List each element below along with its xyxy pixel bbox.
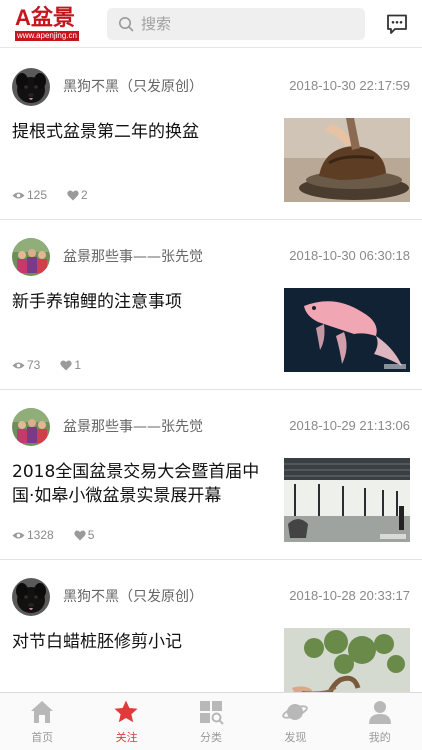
tab-profile[interactable]: 我的: [338, 693, 422, 750]
eye-icon: [12, 532, 25, 538]
feed-item[interactable]: 盆景那些事——张先觉 2018-10-29 21:13:06 2018全国盆景交…: [0, 390, 422, 560]
feed-item[interactable]: 黑狗不黑（只发原创） 2018-10-30 22:17:59 提根式盆景第二年的…: [0, 50, 422, 220]
post-thumbnail[interactable]: [284, 288, 410, 372]
category-icon: [199, 701, 224, 725]
view-count-value: 125: [27, 188, 48, 202]
like-count[interactable]: 1: [60, 358, 81, 372]
post-title[interactable]: 对节白蜡桩胚修剪小记: [12, 630, 267, 654]
feed-item[interactable]: 盆景那些事——张先觉 2018-10-30 06:30:18 新手养锦鲤的注意事…: [0, 220, 422, 390]
tab-category[interactable]: 分类: [169, 693, 253, 750]
feed-item[interactable]: 黑狗不黑（只发原创） 2018-10-28 20:33:17 对节白蜡桩胚修剪小…: [0, 560, 422, 692]
bottom-tab-bar: 首页 关注 分类 发现 我的: [0, 692, 422, 750]
heart-icon: [74, 529, 86, 540]
home-icon: [31, 701, 53, 723]
tab-home[interactable]: 首页: [0, 693, 84, 750]
view-count: 73: [12, 358, 40, 372]
view-count-value: 1328: [27, 528, 54, 542]
like-count-value: 1: [74, 358, 82, 372]
post-thumbnail[interactable]: [284, 458, 410, 542]
view-count: 125: [12, 188, 47, 202]
search-placeholder: 搜索: [141, 15, 172, 33]
post-time: 2018-10-30 06:30:18: [289, 248, 410, 263]
tab-label: 我的: [368, 731, 391, 744]
post-stats: 73 1: [12, 358, 101, 372]
tab-label: 分类: [199, 731, 222, 744]
avatar[interactable]: [12, 238, 50, 276]
like-count[interactable]: 2: [67, 188, 88, 202]
post-title[interactable]: 2018全国盆景交易大会暨首届中国·如皋小微盆景实景展开幕: [12, 460, 267, 508]
logo-url: www.apenjing.cn: [15, 31, 79, 41]
tab-label: 关注: [115, 731, 138, 744]
logo-letter: A: [15, 5, 31, 30]
eye-icon: [12, 192, 25, 198]
post-thumbnail[interactable]: [284, 118, 410, 202]
post-thumbnail[interactable]: [284, 628, 410, 692]
tab-follow[interactable]: 关注: [84, 693, 168, 750]
heart-icon: [60, 359, 73, 370]
post-title[interactable]: 提根式盆景第二年的换盆: [12, 120, 267, 144]
view-count: 1328: [12, 528, 54, 542]
planet-icon: [282, 704, 308, 720]
message-icon[interactable]: [385, 12, 409, 36]
view-count-value: 73: [27, 358, 41, 372]
avatar[interactable]: [12, 578, 50, 616]
post-stats: 125 2: [12, 188, 108, 202]
author-name[interactable]: 盆景那些事——张先觉: [63, 246, 203, 266]
like-count[interactable]: 5: [74, 528, 95, 542]
top-header: A盆景 www.apenjing.cn 搜索: [0, 0, 422, 48]
tab-label: 首页: [31, 731, 54, 744]
post-title[interactable]: 新手养锦鲤的注意事项: [12, 290, 267, 314]
avatar[interactable]: [12, 408, 50, 446]
like-count-value: 2: [81, 188, 88, 202]
profile-icon: [368, 701, 391, 724]
post-time: 2018-10-30 22:17:59: [289, 78, 410, 93]
author-name[interactable]: 黑狗不黑（只发原创）: [63, 586, 203, 606]
search-icon: [119, 17, 134, 32]
heart-icon: [67, 189, 79, 200]
logo-wordmark: A盆景: [15, 7, 79, 29]
eye-icon: [12, 362, 25, 368]
post-stats: 1328 5: [12, 528, 114, 542]
tab-discover[interactable]: 发现: [253, 693, 337, 750]
search-bar[interactable]: 搜索: [107, 8, 365, 40]
like-count-value: 5: [87, 528, 95, 542]
author-name[interactable]: 盆景那些事——张先觉: [63, 416, 203, 436]
tab-label: 发现: [284, 731, 307, 744]
avatar[interactable]: [12, 68, 50, 106]
star-icon: [114, 700, 138, 723]
author-name[interactable]: 黑狗不黑（只发原创）: [63, 76, 203, 96]
post-time: 2018-10-28 20:33:17: [289, 588, 410, 603]
app-logo[interactable]: A盆景 www.apenjing.cn: [15, 7, 79, 41]
post-time: 2018-10-29 21:13:06: [289, 418, 410, 433]
logo-text: 盆景: [30, 5, 75, 30]
